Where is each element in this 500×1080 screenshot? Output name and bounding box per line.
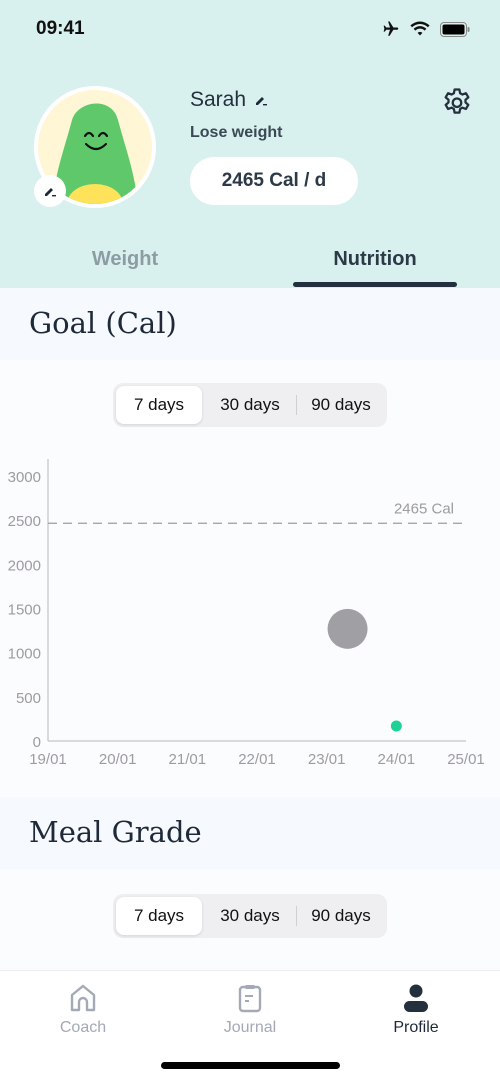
calorie-target-badge[interactable]: 2465 Cal / d [190, 157, 358, 205]
profile-name-row[interactable]: Sarah [190, 88, 268, 112]
profile-header: 09:41 Sarah Lose weight 2465 Cal / d Wei… [0, 0, 500, 288]
nav-journal[interactable]: Journal [190, 979, 310, 1037]
airplane-icon [383, 21, 399, 36]
meal-grade-section-header: Meal Grade [0, 797, 500, 869]
profile-name: Sarah [190, 88, 247, 111]
goal-range-90-days[interactable]: 90 days [297, 386, 385, 424]
goal-line-label: 2465 Cal [394, 500, 454, 517]
meal-grade-range-90-days[interactable]: 90 days [297, 897, 385, 935]
data-point-intake-estimate [327, 608, 368, 649]
gear-icon [444, 88, 470, 114]
goal-section-title: Goal (Cal) [29, 306, 177, 340]
y-tick-label: 2500 [8, 513, 41, 530]
wifi-icon [410, 21, 430, 36]
edit-avatar-button[interactable] [34, 175, 66, 207]
y-tick-label: 3000 [8, 469, 41, 486]
battery-icon [440, 21, 470, 37]
home-indicator [161, 1062, 340, 1069]
tab-weight[interactable]: Weight [25, 248, 225, 271]
pencil-icon [45, 188, 56, 197]
x-tick-label: 24/01 [378, 751, 416, 768]
y-tick-label: 1500 [8, 602, 41, 619]
nav-profile[interactable]: Profile [356, 979, 476, 1037]
pencil-icon[interactable] [254, 93, 268, 107]
y-tick-label: 500 [16, 690, 41, 707]
x-tick-label: 21/01 [169, 751, 207, 768]
nav-coach[interactable]: Coach [23, 979, 143, 1037]
x-tick-label: 22/01 [238, 751, 276, 768]
goal-calorie-chart: 0 500 1000 1500 2000 2500 3000 19/01 20/01 21/01 2… [8, 459, 485, 768]
x-tick-label: 19/01 [29, 751, 67, 768]
weight-goal: Lose weight [190, 124, 283, 141]
home-icon [70, 984, 96, 1012]
goal-section-header: Goal (Cal) [0, 288, 500, 360]
clipboard-icon [238, 985, 262, 1013]
nav-coach-label: Coach [59, 1019, 107, 1036]
nav-profile-label: Profile [393, 1019, 439, 1036]
meal-grade-range-7-days[interactable]: 7 days [116, 897, 202, 935]
x-tick-label: 20/01 [99, 751, 137, 768]
goal-range-30-days[interactable]: 30 days [205, 386, 295, 424]
status-time: 09:41 [36, 18, 85, 39]
meal-grade-section-title: Meal Grade [29, 815, 202, 849]
y-tick-label: 1000 [8, 646, 41, 663]
nav-journal-label: Journal [223, 1019, 277, 1036]
y-tick-label: 0 [33, 734, 41, 751]
meal-grade-range-selector: 7 days 30 days 90 days [113, 894, 387, 938]
y-tick-label: 2000 [8, 557, 41, 574]
tab-nutrition[interactable]: Nutrition [275, 248, 475, 271]
x-tick-label: 23/01 [308, 751, 346, 768]
person-icon [404, 984, 428, 1012]
goal-range-selector: 7 days 30 days 90 days [113, 383, 387, 427]
data-point-intake [390, 720, 402, 732]
profile-tabs: Weight Nutrition [0, 240, 500, 288]
status-bar: 09:41 [0, 0, 500, 60]
x-tick-label: 25/01 [447, 751, 485, 768]
meal-grade-range-30-days[interactable]: 30 days [205, 897, 295, 935]
settings-button[interactable] [440, 86, 474, 120]
active-tab-indicator [293, 282, 457, 287]
goal-range-7-days[interactable]: 7 days [116, 386, 202, 424]
